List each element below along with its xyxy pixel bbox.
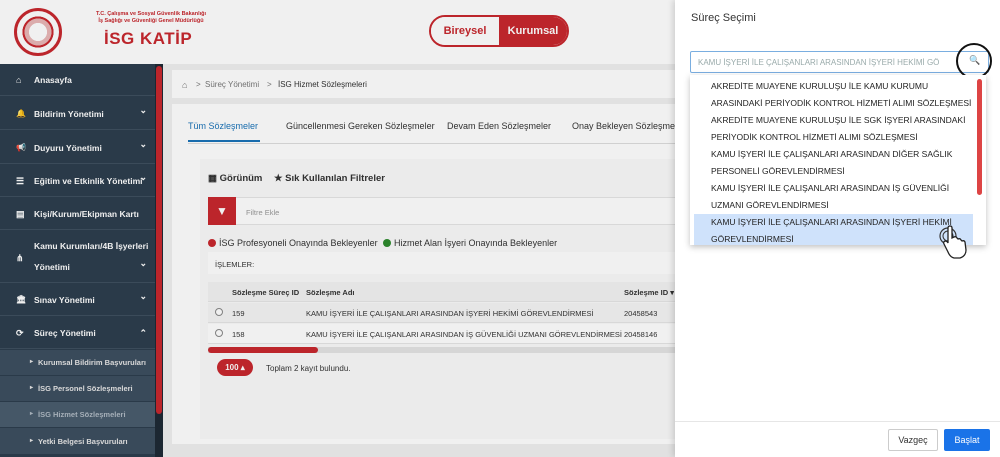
dropdown-option[interactable]: KAMU İŞYERİ İLE ÇALIŞANLARI ARASINDAN İŞ… [694, 180, 973, 214]
option-line-1: AKREDİTE MUAYENE KURULUŞU İLE SGK İŞYERİ… [711, 115, 966, 125]
process-dropdown: AKREDİTE MUAYENE KURULUŞU İLE KAMU KURUM… [690, 75, 986, 245]
cancel-button[interactable]: Vazgeç [888, 429, 938, 451]
dropdown-option-selected[interactable]: KAMU İŞYERİ İLE ÇALIŞANLARI ARASINDAN İŞ… [694, 214, 973, 245]
option-line-2: GÖREVLENDİRMESİ [711, 234, 794, 244]
panel-title: Süreç Seçimi [691, 12, 756, 24]
select-value: KAMU İŞYERİ İLE ÇALIŞANLARI ARASINDAN İŞ… [698, 58, 940, 67]
option-line-2: ARASINDAKİ PERİYODİK KONTROL HİZMETİ ALI… [711, 98, 972, 108]
dropdown-option[interactable]: KAMU İŞYERİ İLE ÇALIŞANLARI ARASINDAN Dİ… [694, 146, 973, 180]
option-line-1: AKREDİTE MUAYENE KURULUŞU İLE KAMU KURUM… [711, 81, 929, 91]
panel-footer-divider [675, 421, 1000, 422]
process-select[interactable]: KAMU İŞYERİ İLE ÇALIŞANLARI ARASINDAN İŞ… [690, 51, 989, 73]
dropdown-option[interactable]: AKREDİTE MUAYENE KURULUŞU İLE SGK İŞYERİ… [694, 112, 973, 146]
option-line-2: UZMANI GÖREVLENDİRMESİ [711, 200, 829, 210]
dropdown-option[interactable]: AKREDİTE MUAYENE KURULUŞU İLE KAMU KURUM… [694, 78, 973, 112]
search-icon[interactable]: 🔍 [969, 55, 980, 66]
option-line-1: KAMU İŞYERİ İLE ÇALIŞANLARI ARASINDAN İŞ… [711, 217, 952, 227]
option-line-2: PERİYODİK KONTROL HİZMETİ ALIMI SÖZLEŞME… [711, 132, 918, 142]
dropdown-scrollbar[interactable] [977, 79, 982, 195]
pointer-hand-icon [939, 225, 967, 259]
modal-backdrop[interactable] [0, 0, 675, 457]
option-line-1: KAMU İŞYERİ İLE ÇALIŞANLARI ARASINDAN Dİ… [711, 149, 953, 159]
start-button[interactable]: Başlat [944, 429, 990, 451]
option-line-2: PERSONELİ GÖREVLENDİRMESİ [711, 166, 845, 176]
option-line-1: KAMU İŞYERİ İLE ÇALIŞANLARI ARASINDAN İŞ… [711, 183, 950, 193]
